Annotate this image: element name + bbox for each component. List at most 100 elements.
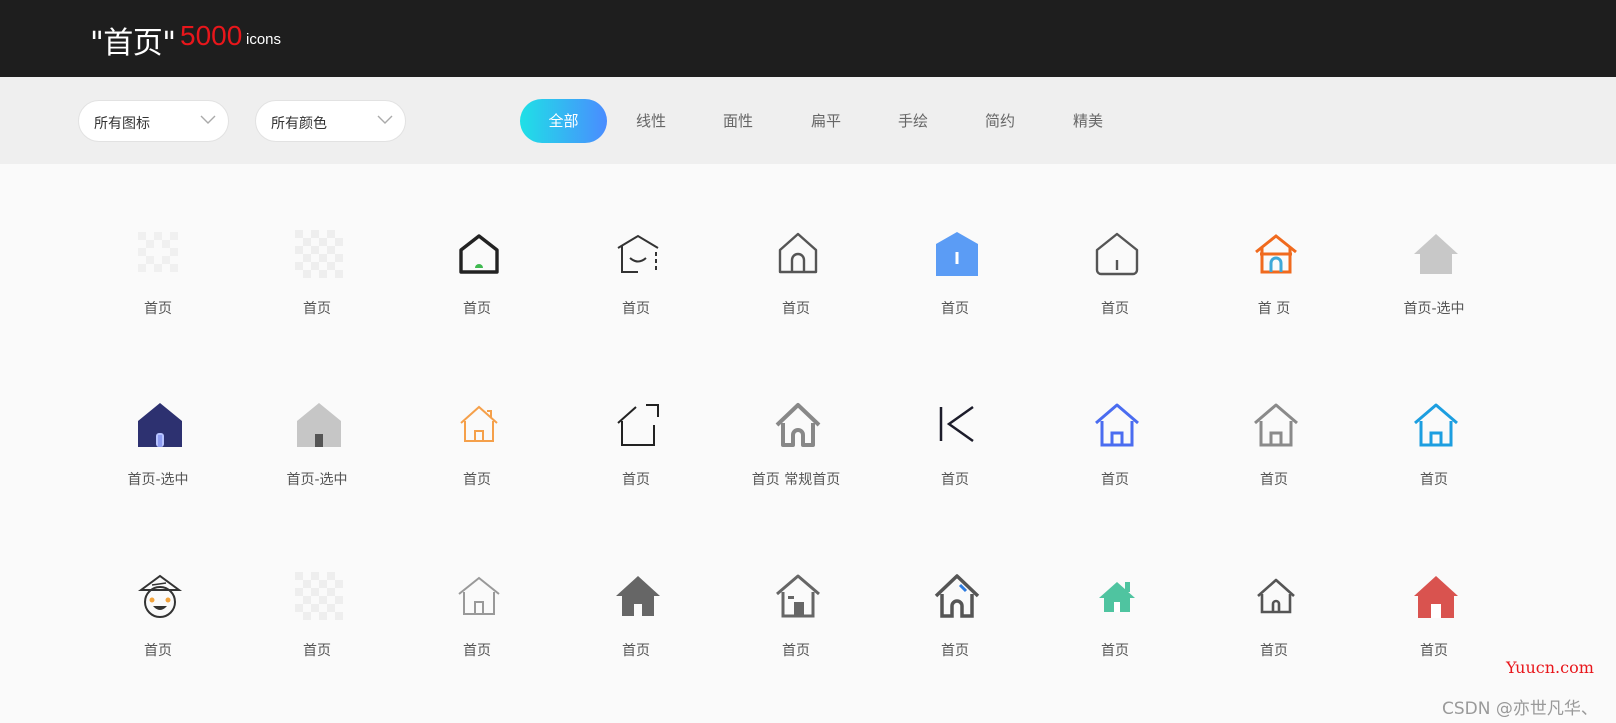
- home-outline-small-icon: [1257, 578, 1295, 614]
- home-orange-blue-icon: [1255, 234, 1297, 274]
- icon-card[interactable]: 首页-选中: [1354, 230, 1514, 340]
- chevron-down-icon: [200, 115, 216, 124]
- icon-name: 首页: [622, 643, 650, 659]
- placeholder-checker-icon: [295, 230, 343, 278]
- icon-card[interactable]: 首页: [556, 572, 716, 682]
- home-smile-outline-icon: [617, 234, 659, 273]
- icon-name: 首页: [941, 301, 969, 317]
- icon-name: 首页: [1101, 301, 1129, 317]
- icon-name: 首页: [144, 643, 172, 659]
- tab-flat[interactable]: 扁平: [793, 99, 859, 143]
- icon-card[interactable]: 首页: [1194, 572, 1354, 682]
- icon-card[interactable]: 首页: [78, 572, 238, 682]
- home-blue-pentagon-icon: [936, 232, 978, 276]
- icon-name: 首页-选中: [127, 472, 189, 488]
- icon-name: 首 页: [1257, 301, 1291, 317]
- icon-name: 首页: [144, 301, 172, 317]
- home-outline-gray-icon: [1095, 232, 1139, 276]
- placeholder-grid-icon: [138, 232, 178, 272]
- icon-name: 首页: [463, 301, 491, 317]
- tab-all[interactable]: 全部: [520, 99, 607, 143]
- tab-handdrawn[interactable]: 手绘: [880, 99, 946, 143]
- icon-name: 首页: [782, 643, 810, 659]
- home-solid-lightgray-icon: [1414, 234, 1458, 274]
- icon-name: 首页: [622, 301, 650, 317]
- home-outline-gray2-icon: [1254, 403, 1298, 447]
- tab-linear[interactable]: 线性: [618, 99, 684, 143]
- site-watermark: Yuucn.com: [1506, 658, 1594, 677]
- icon-card[interactable]: 首页: [556, 230, 716, 340]
- color-select[interactable]: 所有颜色: [255, 100, 406, 142]
- icon-name: 首页: [303, 301, 331, 317]
- search-term-title: "首页": [90, 26, 176, 61]
- icon-card[interactable]: 首页: [556, 401, 716, 511]
- icon-card[interactable]: 首页-选中: [78, 401, 238, 511]
- home-k-glyph-icon: [939, 405, 974, 443]
- icon-name: 首页: [782, 301, 810, 317]
- icon-card[interactable]: 首页: [397, 401, 557, 511]
- icon-name: 首页-选中: [1403, 301, 1465, 317]
- icon-name: 首页-选中: [286, 472, 348, 488]
- home-outline-blue-icon: [1095, 403, 1139, 447]
- home-outline-bluestroke-icon: [934, 574, 980, 618]
- home-outline-green-door-icon: [459, 234, 499, 274]
- home-solid-teal-icon: [1099, 582, 1135, 612]
- icon-card[interactable]: 首页: [1354, 572, 1514, 682]
- icon-card[interactable]: 首页: [237, 230, 397, 340]
- icon-card[interactable]: 首页: [716, 230, 876, 340]
- icon-card[interactable]: 首页: [1035, 572, 1195, 682]
- home-solid-red-icon: [1414, 576, 1458, 618]
- icon-card[interactable]: 首页: [397, 230, 557, 340]
- icon-name: 首页: [1420, 643, 1448, 659]
- home-outline-orange-icon: [460, 405, 498, 442]
- home-open-corner-icon: [617, 404, 659, 446]
- icon-name: 首页: [941, 643, 969, 659]
- icon-name: 首页: [463, 643, 491, 659]
- chevron-down-icon: [377, 115, 393, 124]
- tab-exquisite[interactable]: 精美: [1055, 99, 1121, 143]
- icon-card[interactable]: 首页: [716, 572, 876, 682]
- icon-card[interactable]: 首页-选中: [237, 401, 397, 511]
- home-outline-skyblue-icon: [1414, 403, 1458, 447]
- home-face-icon: [137, 574, 183, 618]
- icon-type-select[interactable]: 所有图标: [78, 100, 229, 142]
- icon-card[interactable]: 首页: [78, 230, 238, 340]
- icon-name: 首页 常规首页: [751, 472, 841, 488]
- icon-name: 首页: [303, 643, 331, 659]
- author-watermark: CSDN @亦世凡华、: [1442, 699, 1598, 719]
- home-thin-outline-icon: [458, 576, 500, 615]
- icon-card[interactable]: 首页: [875, 230, 1035, 340]
- home-solid-navy-icon: [138, 403, 182, 447]
- icon-name: 首页: [1420, 472, 1448, 488]
- icon-name: 首页: [463, 472, 491, 488]
- icon-card[interactable]: 首 页: [1194, 230, 1354, 340]
- icon-card[interactable]: 首页: [1194, 401, 1354, 511]
- filter-bar: 所有图标 所有颜色 全部 线性 面性 扁平 手绘 简约 精美: [0, 77, 1616, 164]
- home-solid-gray-icon: [297, 403, 341, 447]
- icon-card[interactable]: 首页: [1354, 401, 1514, 511]
- icon-name: 首页: [622, 472, 650, 488]
- home-arch-gray-icon: [775, 403, 821, 447]
- placeholder-checker2-icon: [295, 572, 343, 620]
- page-header: "首页" 5000 icons: [0, 0, 1616, 77]
- tab-simple[interactable]: 简约: [967, 99, 1033, 143]
- tab-solid[interactable]: 面性: [705, 99, 771, 143]
- home-outline-window-icon: [776, 574, 820, 618]
- icon-card[interactable]: 首页: [237, 572, 397, 682]
- icon-name: 首页: [1260, 472, 1288, 488]
- result-unit: icons: [246, 31, 282, 48]
- icon-card[interactable]: 首页 常规首页: [716, 401, 876, 511]
- icon-card[interactable]: 首页: [875, 572, 1035, 682]
- result-count: 5000: [180, 20, 243, 51]
- icon-card[interactable]: 首页: [875, 401, 1035, 511]
- color-select-label: 所有颜色: [271, 116, 327, 132]
- icon-card[interactable]: 首页: [1035, 230, 1195, 340]
- home-solid-darkgray-icon: [616, 576, 660, 616]
- icon-type-select-label: 所有图标: [94, 116, 150, 132]
- icon-name: 首页: [1101, 472, 1129, 488]
- icon-name: 首页: [1101, 643, 1129, 659]
- icon-name: 首页: [1260, 643, 1288, 659]
- icon-card[interactable]: 首页: [1035, 401, 1195, 511]
- icon-name: 首页: [941, 472, 969, 488]
- icon-card[interactable]: 首页: [397, 572, 557, 682]
